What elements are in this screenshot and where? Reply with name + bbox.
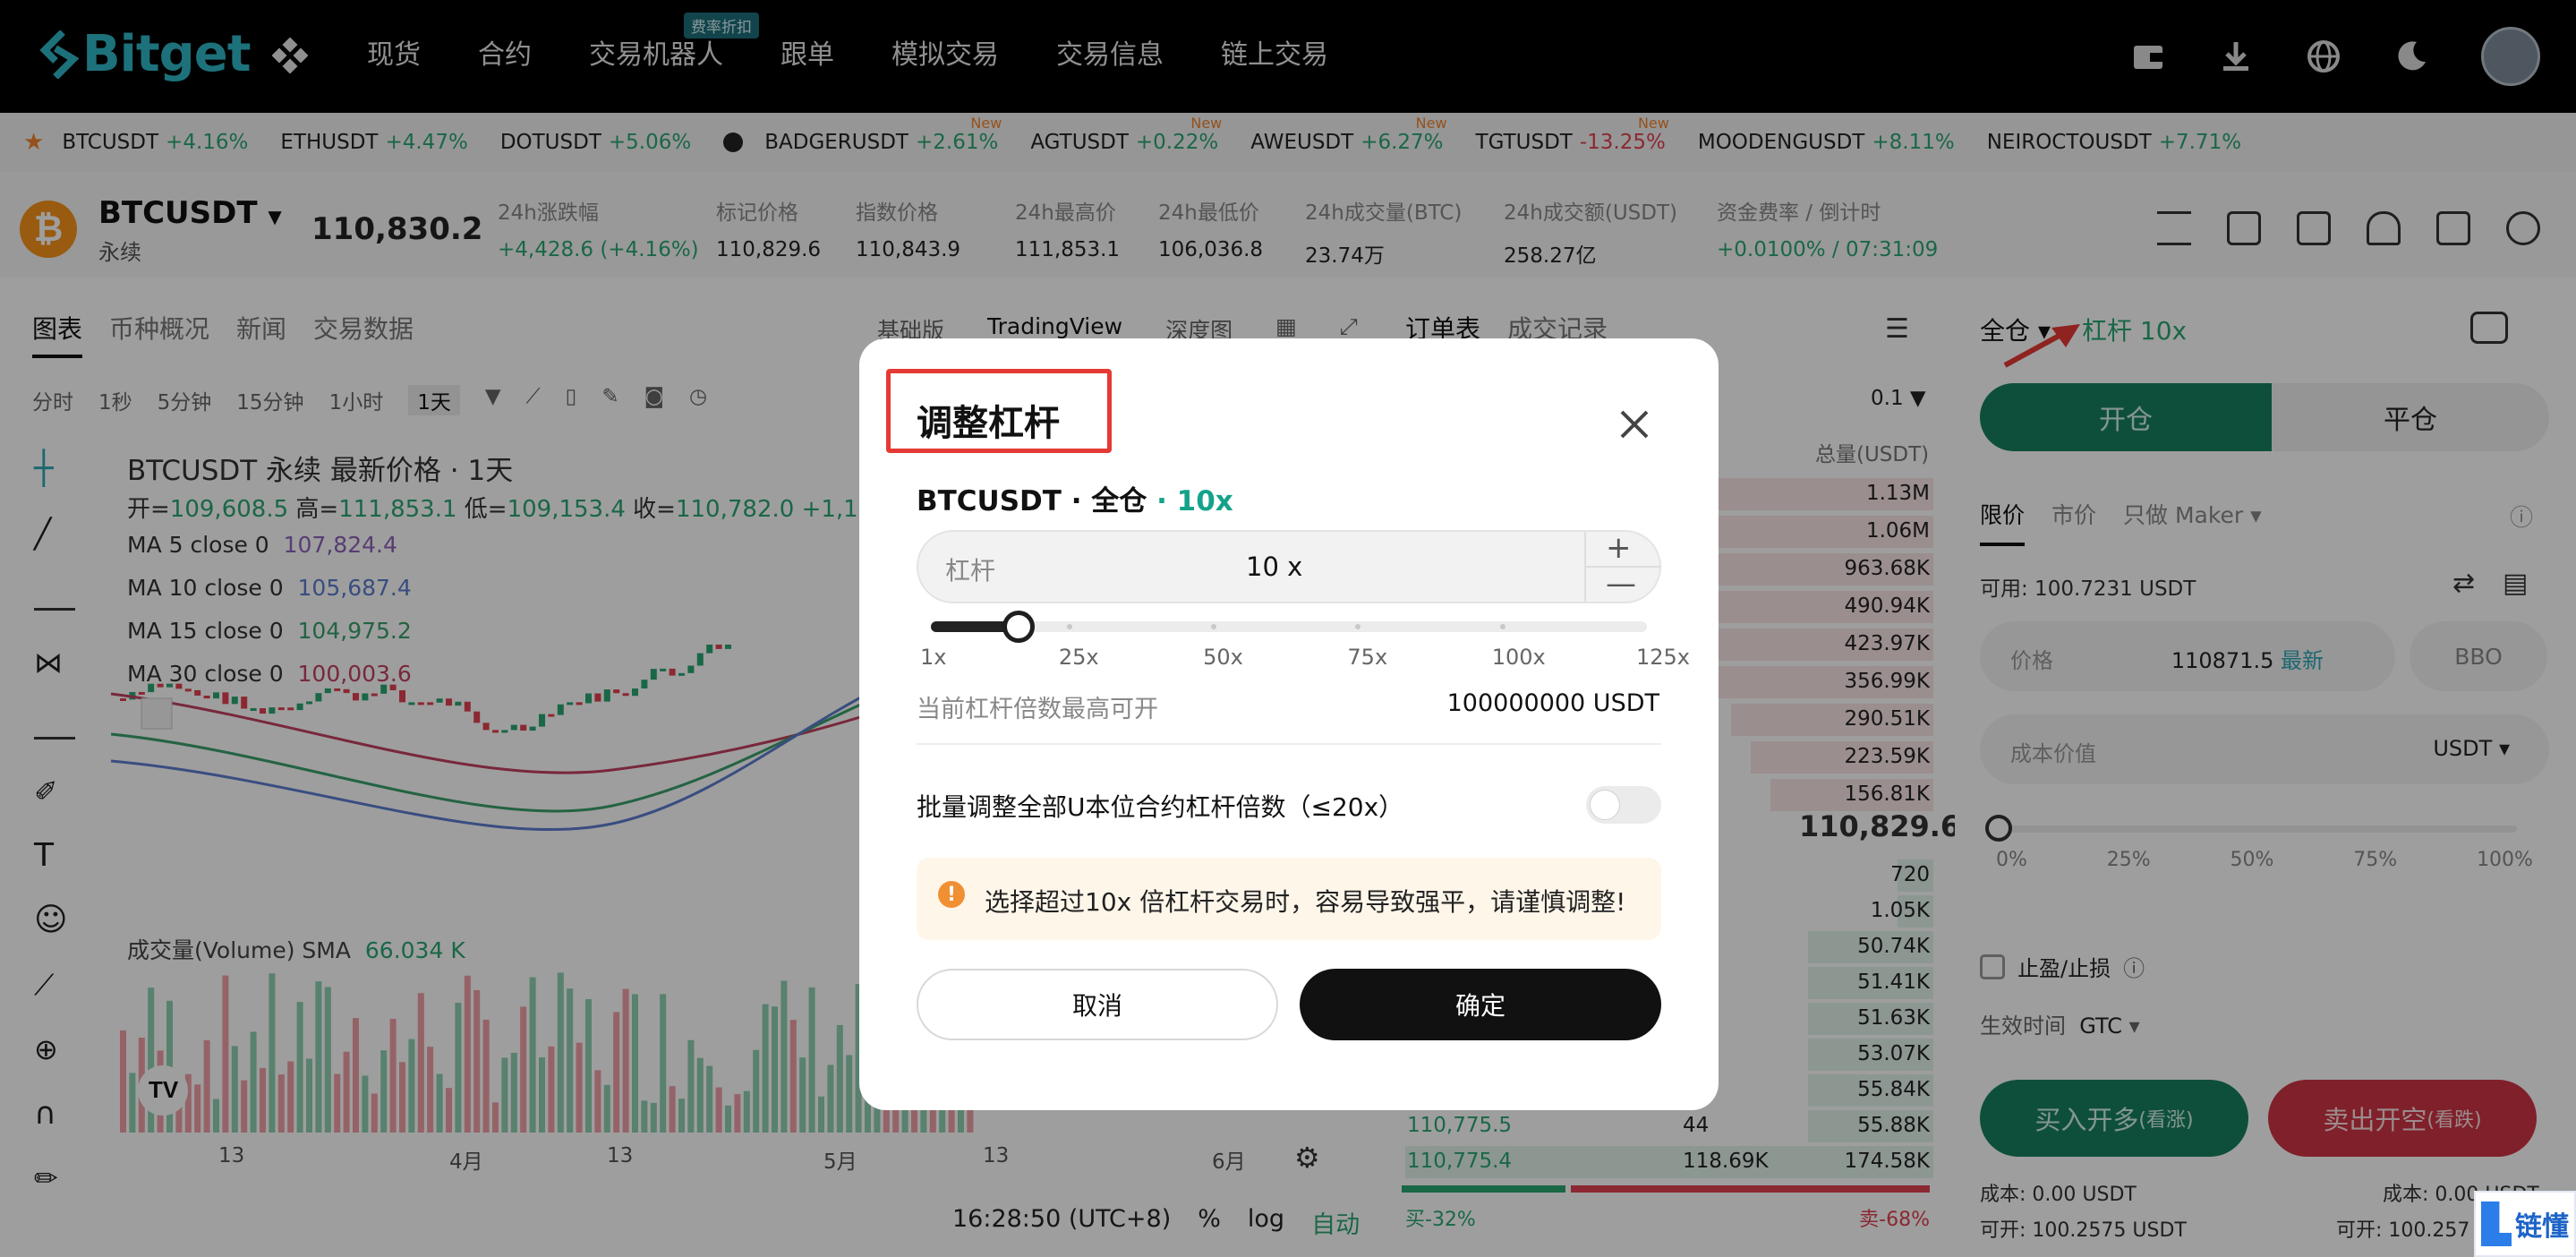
watermark-text: 链懂 bbox=[2515, 1211, 2569, 1243]
leverage-tick-dot bbox=[1499, 624, 1506, 629]
warning-icon: ! bbox=[938, 881, 965, 908]
leverage-tick-label[interactable]: 25x bbox=[1059, 645, 1099, 670]
leverage-tick-label[interactable]: 50x bbox=[1203, 645, 1243, 670]
leverage-tick-dot bbox=[1066, 624, 1072, 629]
increase-leverage-button[interactable]: + bbox=[1606, 530, 1632, 566]
leverage-slider-knob[interactable] bbox=[1002, 611, 1036, 643]
close-icon[interactable] bbox=[1615, 405, 1654, 444]
leverage-tick-label[interactable]: 1x bbox=[920, 645, 946, 670]
leverage-input-label: 杠杆 bbox=[945, 556, 996, 586]
pair-mode: BTCUSDT · 全仓 bbox=[917, 485, 1147, 517]
batch-adjust-label: 批量调整全部U本位合约杠杆倍数（≤20x） bbox=[917, 792, 1404, 822]
decrease-leverage-button[interactable]: — bbox=[1606, 566, 1636, 602]
max-position-label: 当前杠杆倍数最高可开 bbox=[917, 696, 1158, 723]
watermark-logo: 链懂 bbox=[2474, 1191, 2576, 1257]
divider bbox=[917, 743, 1661, 745]
leverage-tick-label[interactable]: 100x bbox=[1492, 645, 1546, 670]
dialog-title: 调整杠杆 bbox=[917, 403, 1060, 444]
dialog-pair: BTCUSDT · 全仓 · 10x bbox=[917, 478, 1233, 518]
cancel-button[interactable]: 取消 bbox=[917, 969, 1278, 1040]
leverage-tick-label[interactable]: 125x bbox=[1636, 645, 1690, 670]
leverage-input-value[interactable]: 10 x bbox=[1246, 552, 1302, 582]
confirm-button[interactable]: 确定 bbox=[1300, 969, 1661, 1040]
toggle-knob bbox=[1590, 790, 1620, 820]
leverage-tick-label[interactable]: 75x bbox=[1347, 645, 1387, 670]
pair-leverage: · 10x bbox=[1156, 485, 1233, 517]
max-position-value: 100000000 USDT bbox=[1446, 689, 1659, 717]
leverage-slider-track[interactable] bbox=[931, 621, 1647, 632]
warning-text: 选择超过10x 倍杠杆交易时，容易导致强平，请谨慎调整! bbox=[985, 887, 1626, 917]
watermark-mark-icon bbox=[2481, 1201, 2512, 1246]
